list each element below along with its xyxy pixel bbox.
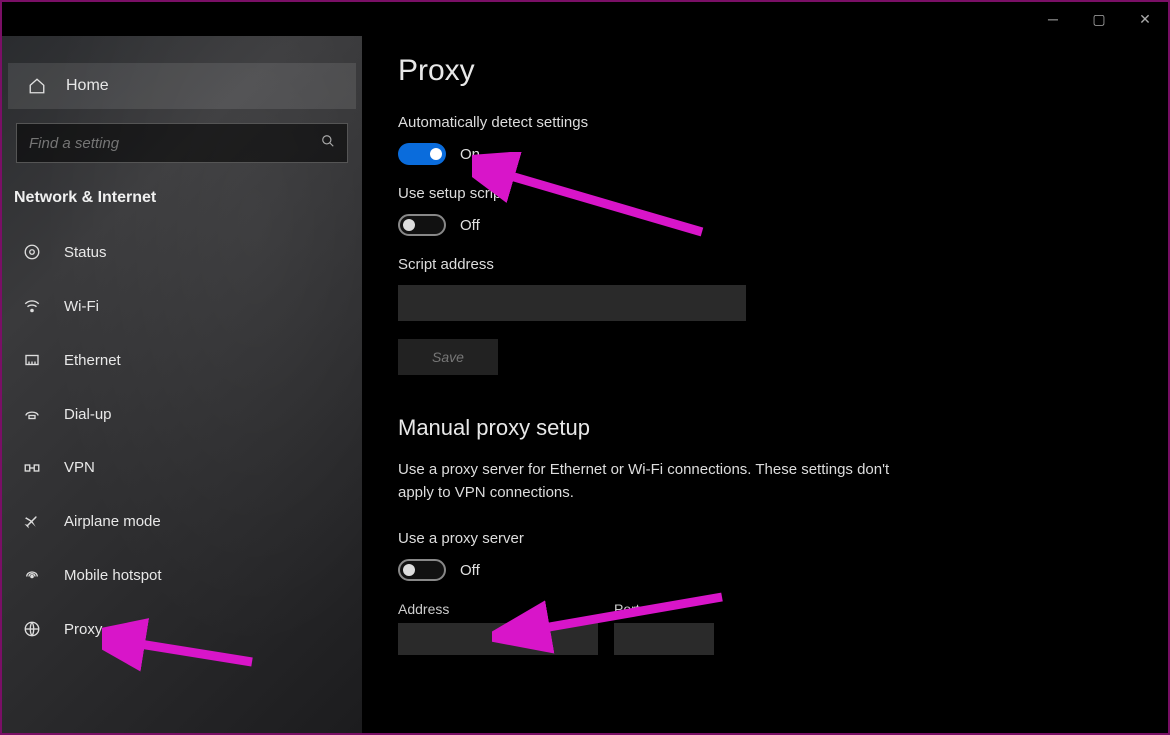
sidebar-item-label: Mobile hotspot <box>64 567 162 584</box>
wifi-icon <box>20 297 44 315</box>
address-label: Address <box>398 601 598 617</box>
window-titlebar: ─ ▢ ✕ <box>2 2 1168 36</box>
status-icon <box>20 243 44 261</box>
sidebar-item-ethernet[interactable]: Ethernet <box>2 337 362 383</box>
main-panel: Proxy Automatically detect settings On U… <box>362 2 1168 733</box>
port-input[interactable] <box>614 623 714 655</box>
auto-detect-label: Automatically detect settings <box>398 114 1132 131</box>
hotspot-icon <box>20 566 44 584</box>
proxy-icon <box>20 620 44 638</box>
page-title: Proxy <box>398 54 1132 88</box>
manual-heading: Manual proxy setup <box>398 415 1132 441</box>
address-port-row: Address Port <box>398 601 1132 665</box>
script-address-label: Script address <box>398 256 1132 273</box>
script-address-input[interactable] <box>398 285 746 321</box>
sidebar-item-airplane[interactable]: Airplane mode <box>2 498 362 544</box>
use-proxy-toggle-row: Off <box>398 559 1132 581</box>
window-close-button[interactable]: ✕ <box>1122 2 1168 36</box>
window-maximize-button[interactable]: ▢ <box>1076 2 1122 36</box>
dialup-icon <box>20 405 44 423</box>
sidebar-item-hotspot[interactable]: Mobile hotspot <box>2 552 362 598</box>
port-label: Port <box>614 601 714 617</box>
home-button[interactable]: Home <box>8 63 356 109</box>
use-proxy-state: Off <box>460 562 480 579</box>
auto-detect-toggle-row: On <box>398 143 1132 165</box>
save-button[interactable]: Save <box>398 339 498 375</box>
sidebar-item-label: Dial-up <box>64 406 112 423</box>
sidebar-item-proxy[interactable]: Proxy <box>2 606 362 652</box>
search-icon <box>321 134 335 152</box>
ethernet-icon <box>20 351 44 369</box>
sidebar-item-wifi[interactable]: Wi-Fi <box>2 283 362 329</box>
airplane-icon <box>20 512 44 530</box>
sidebar-item-label: VPN <box>64 459 95 476</box>
vpn-icon <box>20 460 44 476</box>
search-input[interactable] <box>29 135 321 152</box>
search-box[interactable] <box>16 123 348 163</box>
settings-sidebar: ← Settings Home Network & Internet Statu… <box>2 2 362 733</box>
home-icon <box>26 77 48 95</box>
sidebar-item-label: Ethernet <box>64 352 121 369</box>
setup-script-label: Use setup script <box>398 185 1132 202</box>
sidebar-item-label: Wi-Fi <box>64 298 99 315</box>
sidebar-item-label: Airplane mode <box>64 513 161 530</box>
home-label: Home <box>66 77 109 95</box>
sidebar-item-label: Status <box>64 244 107 261</box>
use-proxy-label: Use a proxy server <box>398 530 1132 547</box>
manual-description: Use a proxy server for Ethernet or Wi-Fi… <box>398 459 898 504</box>
setup-script-toggle[interactable] <box>398 214 446 236</box>
setup-script-state: Off <box>460 217 480 234</box>
address-input[interactable] <box>398 623 598 655</box>
auto-detect-toggle[interactable] <box>398 143 446 165</box>
section-title: Network & Internet <box>2 189 362 221</box>
setup-script-toggle-row: Off <box>398 214 1132 236</box>
sidebar-item-status[interactable]: Status <box>2 229 362 275</box>
sidebar-item-dialup[interactable]: Dial-up <box>2 391 362 437</box>
auto-detect-state: On <box>460 146 480 163</box>
sidebar-item-vpn[interactable]: VPN <box>2 445 362 490</box>
use-proxy-toggle[interactable] <box>398 559 446 581</box>
sidebar-item-label: Proxy <box>64 621 102 638</box>
window-minimize-button[interactable]: ─ <box>1030 2 1076 36</box>
